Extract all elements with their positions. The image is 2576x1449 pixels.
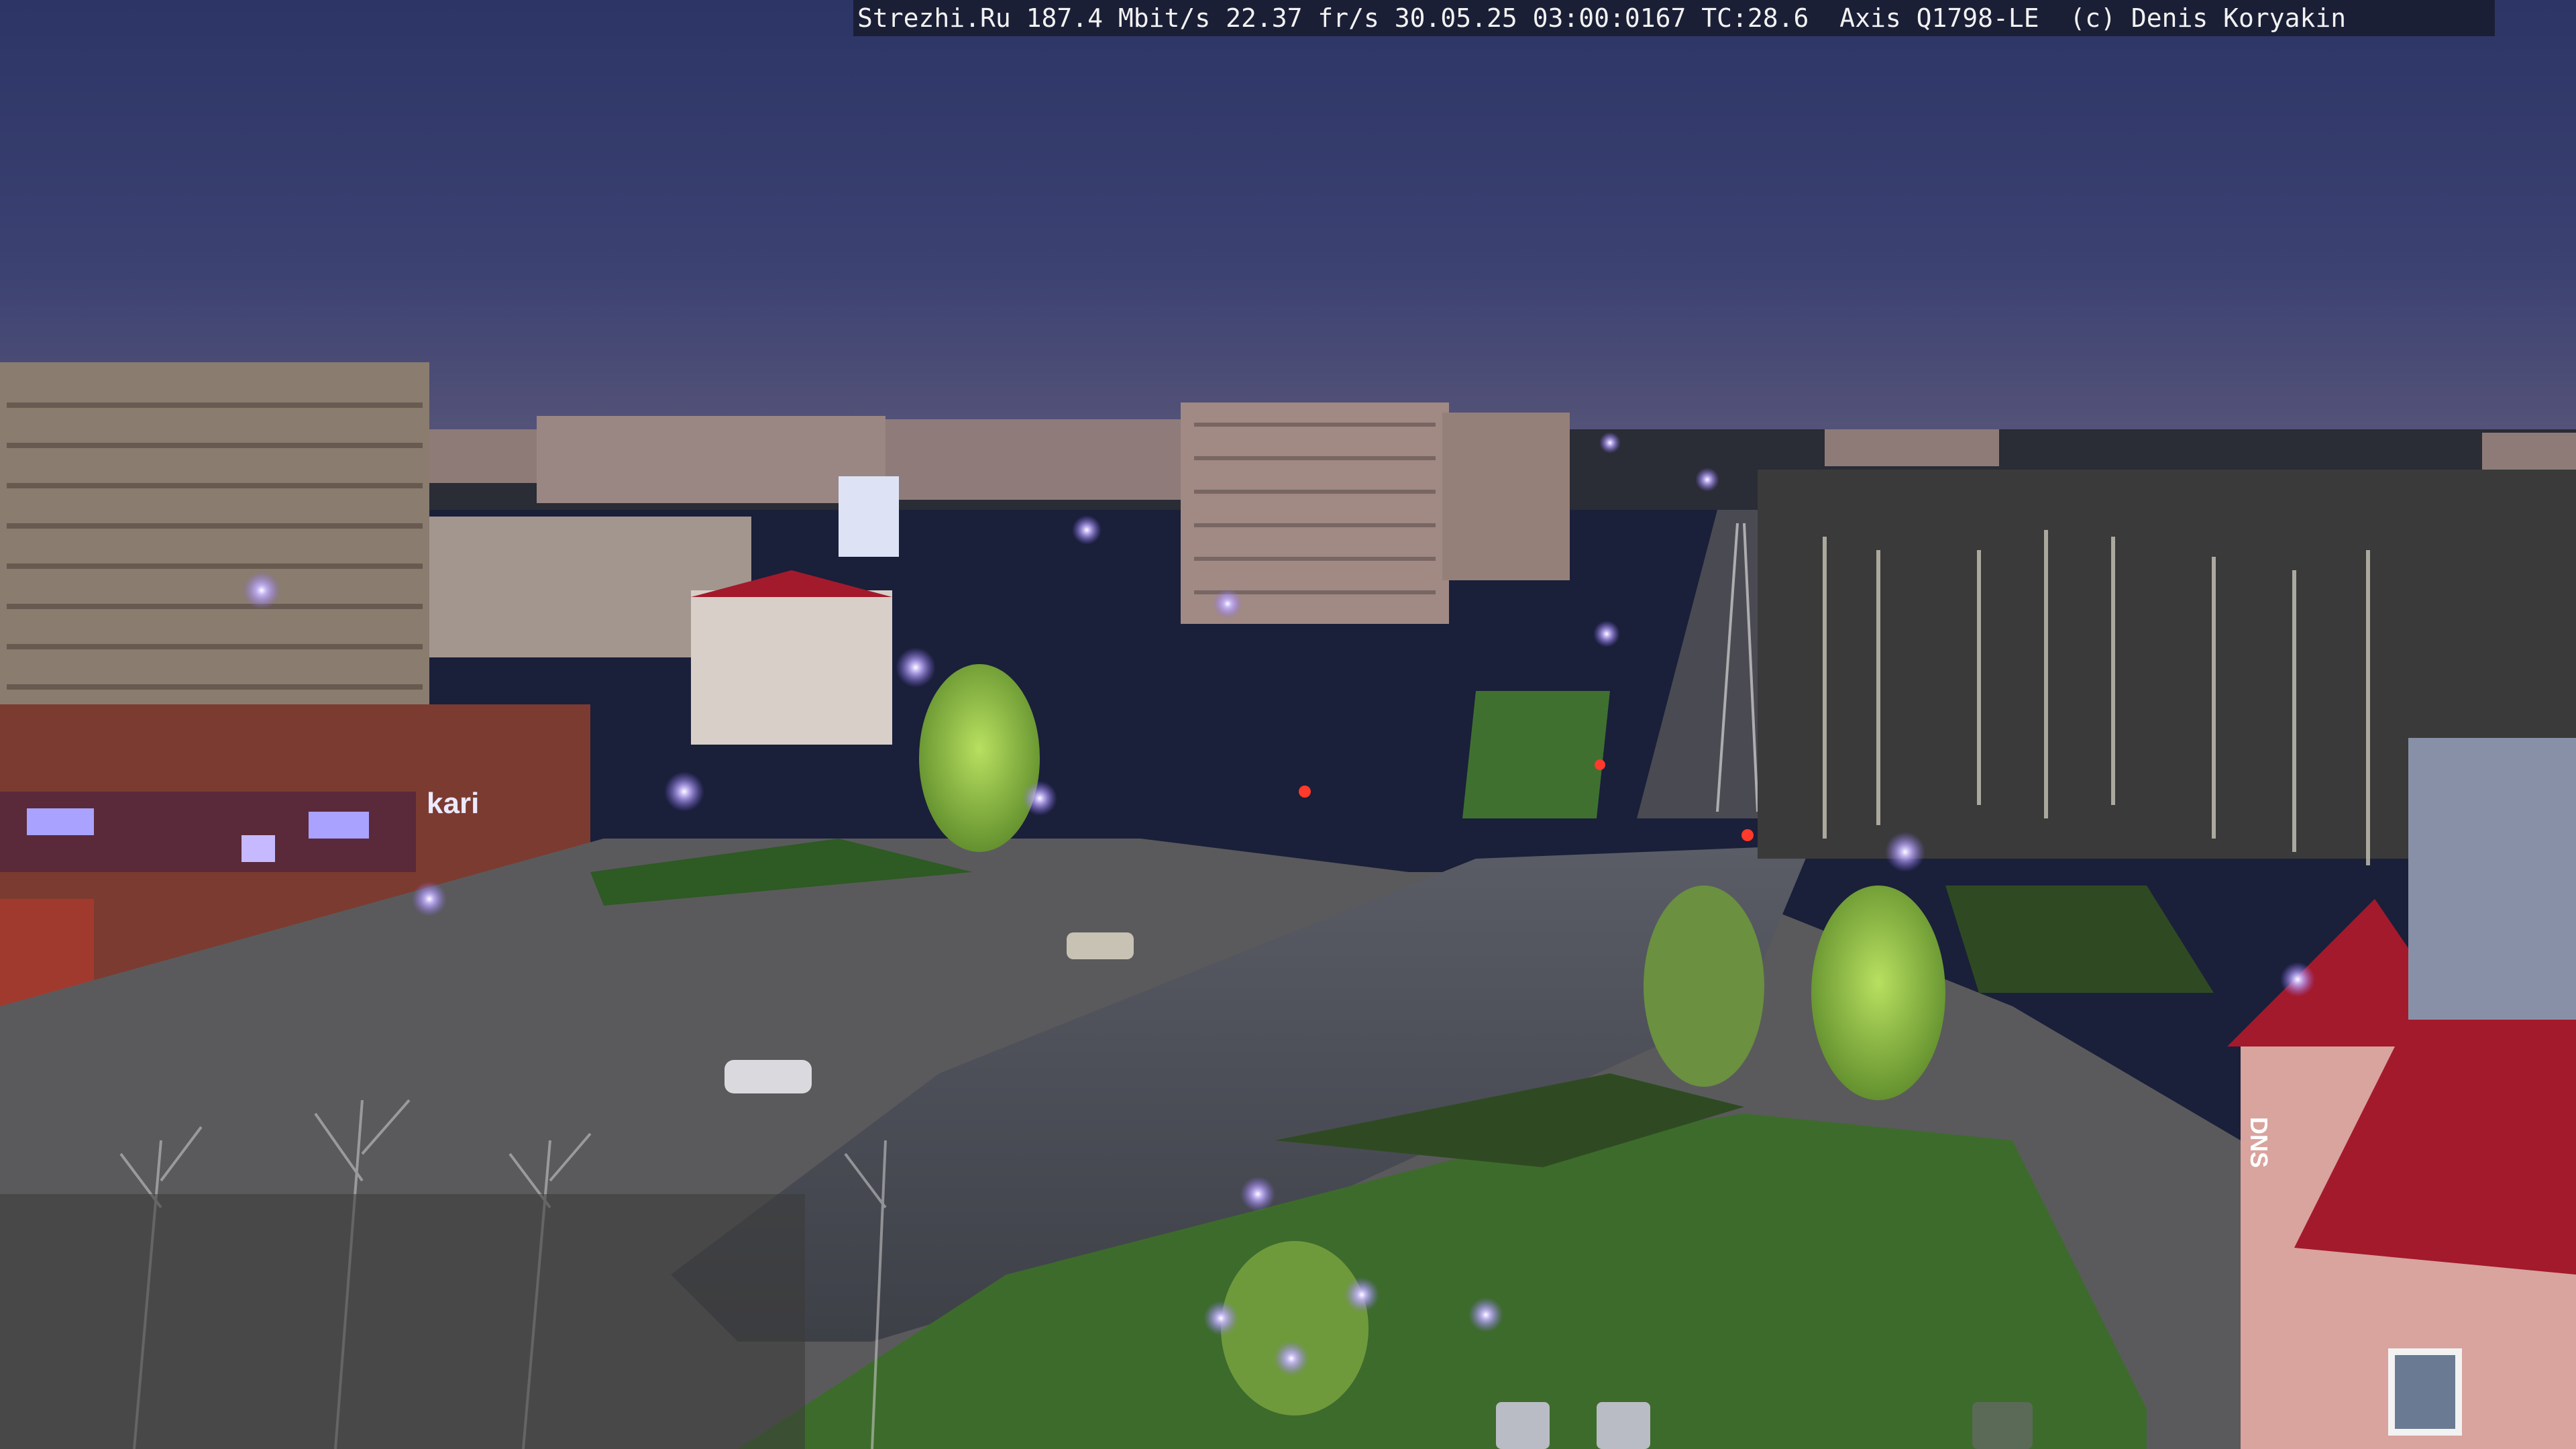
store-sign-right: DNS — [2245, 1117, 2273, 1168]
lit-tree — [1221, 1241, 1368, 1415]
car — [724, 1060, 812, 1093]
car — [1972, 1402, 2033, 1449]
store-sign-left: kari — [427, 787, 479, 820]
lit-tree — [1811, 885, 1945, 1100]
car — [1496, 1402, 1550, 1449]
lit-tree — [1644, 885, 1764, 1087]
traffic-light — [1595, 759, 1605, 770]
webcam-frame: kari DNS Strezhi.Ru 187.4 Mbit/s 22.37 f… — [0, 0, 2576, 1449]
traffic-light — [1299, 786, 1311, 798]
car — [1597, 1402, 1650, 1449]
traffic-light — [1741, 829, 1754, 841]
camera-info-overlay: Strezhi.Ru 187.4 Mbit/s 22.37 fr/s 30.05… — [853, 0, 2495, 36]
car — [1067, 932, 1134, 959]
lit-tree — [919, 664, 1040, 852]
city-street-night-scene: kari DNS — [0, 0, 2576, 1449]
